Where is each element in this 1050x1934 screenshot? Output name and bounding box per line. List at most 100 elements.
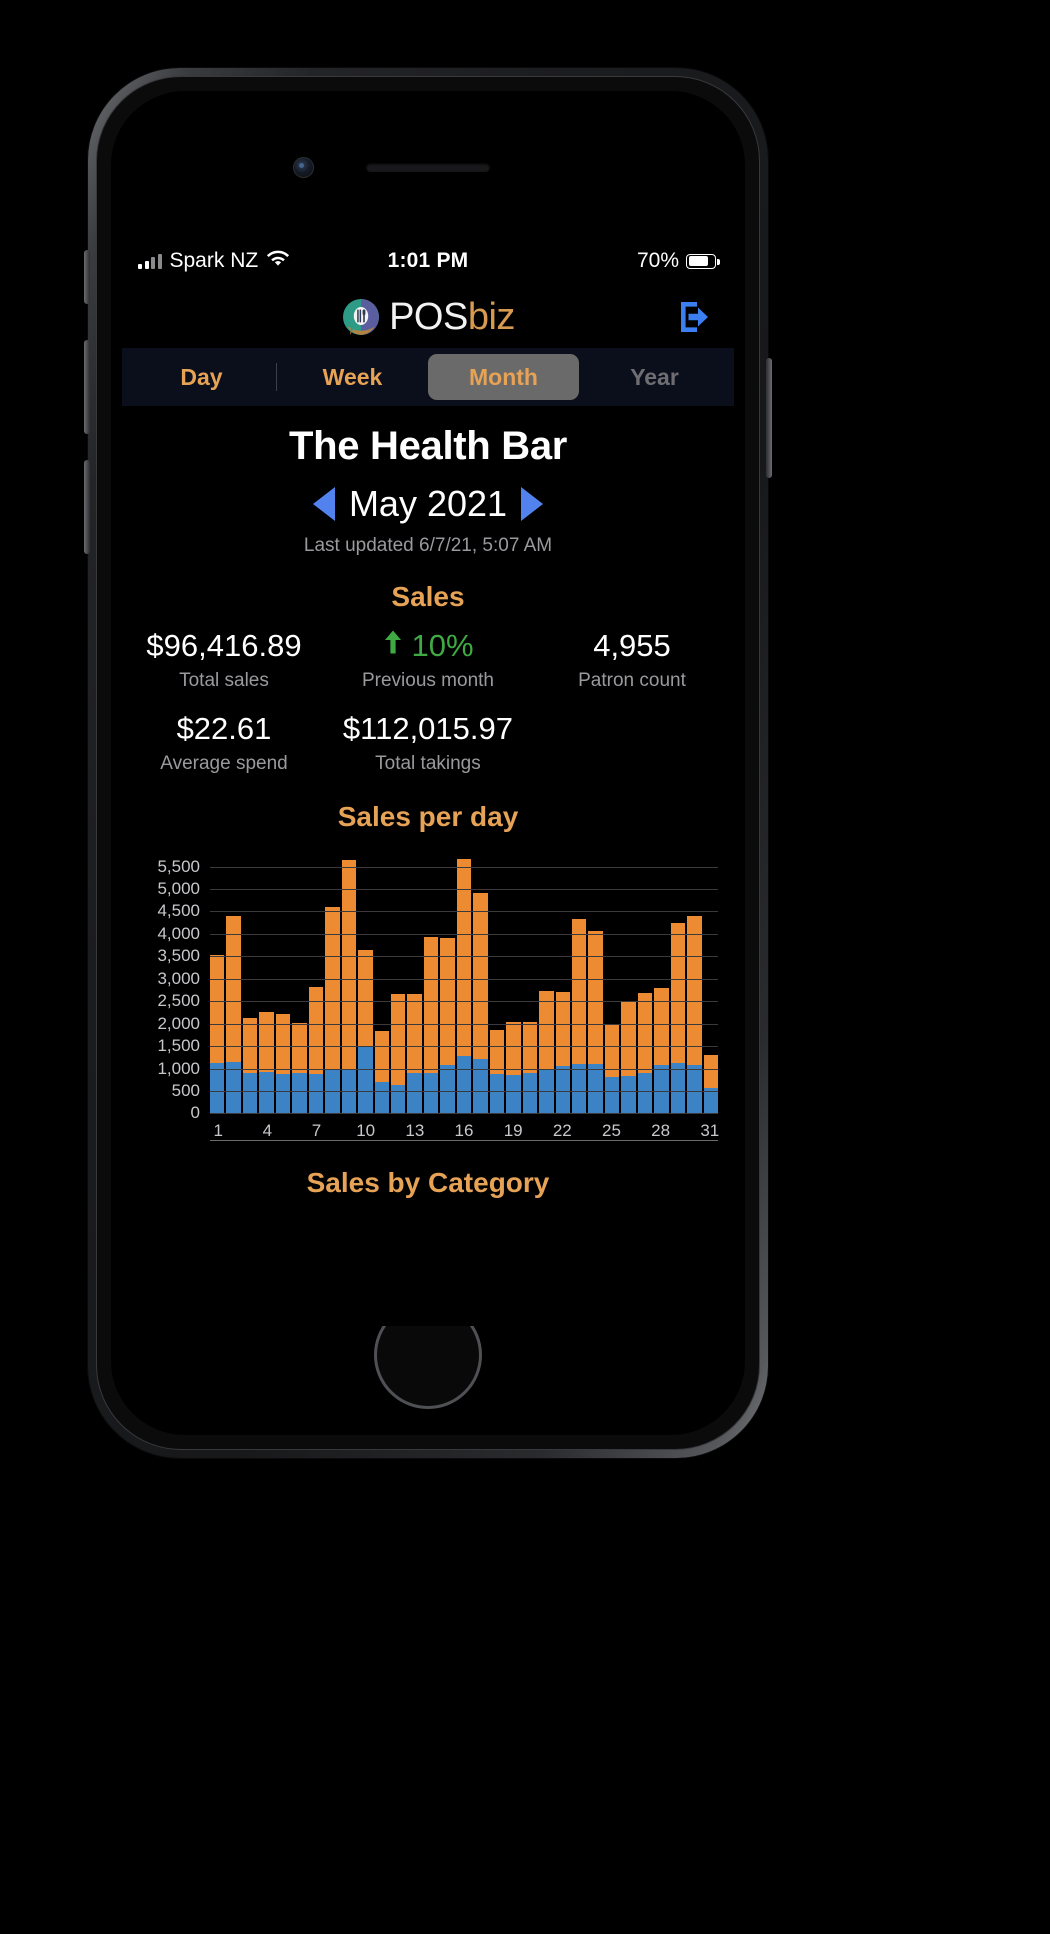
chart-gridline [210, 911, 718, 913]
chart-bar-segment-lower [292, 1073, 307, 1114]
chart-bar-segment-upper [358, 949, 373, 1046]
chart-bar-segment-upper [489, 1029, 505, 1074]
chart-bar-segment-lower [555, 1065, 570, 1114]
chart-bar-segment-upper [374, 1030, 389, 1082]
next-period-arrow-icon[interactable] [521, 487, 544, 521]
chart-y-tick-label: 1,000 [157, 1058, 200, 1078]
chart-bar-segment-lower [226, 1061, 241, 1114]
chart-bar-segment-lower [456, 1055, 472, 1114]
dashboard-content: The Health Bar May 2021 Last updated 6/7… [122, 406, 734, 1200]
stat-previous-month-number: 10% [411, 628, 474, 663]
stat-total-sales-value: $96,416.89 [146, 628, 302, 663]
chart-bar-column [506, 855, 521, 1114]
chart-x-tick-label: 28 [651, 1121, 671, 1141]
mute-switch[interactable] [84, 250, 90, 304]
chart-bar-segment-upper [390, 994, 406, 1086]
earpiece-speaker [366, 163, 490, 172]
chart-y-tick-label: 0 [190, 1103, 200, 1123]
chart-bar-segment-upper [407, 994, 422, 1073]
chart-bar-segment-lower [489, 1073, 505, 1114]
chart-gridline [210, 956, 718, 958]
chart-x-tick-label: 19 [503, 1121, 523, 1141]
logout-icon[interactable] [676, 298, 716, 336]
chart-bar-segment-lower [242, 1073, 258, 1114]
chart-bar-column [259, 855, 274, 1114]
chart-bar-column [522, 855, 538, 1114]
chart-bar-segment-lower [440, 1064, 455, 1114]
power-button[interactable] [766, 358, 772, 478]
stat-average-spend-label: Average spend [160, 753, 288, 775]
sales-per-day-chart-title: Sales per day [337, 801, 519, 833]
stat-patron-count-value: 4,955 [593, 628, 671, 663]
tab-year[interactable]: Year [579, 354, 730, 400]
chart-bar-column [242, 855, 258, 1114]
chart-bar-column [358, 855, 373, 1114]
chart-x-tick-label: 1 [213, 1121, 223, 1141]
chart-bar-column [440, 855, 455, 1114]
chart-bar-segment-lower [407, 1073, 422, 1114]
chart-bar-segment-upper [604, 1024, 620, 1078]
chart-y-tick-label: 4,000 [157, 923, 200, 943]
chart-bar-column [226, 855, 241, 1114]
chart-y-tick-label: 5,000 [157, 879, 200, 899]
chart-y-tick-label: 1,500 [157, 1036, 200, 1056]
chart-bar-column [275, 855, 291, 1114]
chart-bar-segment-upper [506, 1021, 521, 1075]
front-camera-icon [293, 157, 314, 178]
status-bar: Spark NZ 1:01 PM 70% [122, 236, 734, 286]
phone-screen: Spark NZ 1:01 PM 70% POSbiz Day Week Mon… [122, 236, 734, 1326]
chart-plot-area: 0 500 1,000 1,500 2,000 2,500 3,000 3,500 4,000 4… [157, 855, 719, 1122]
chart-bar-column [621, 855, 636, 1114]
chart-x-tick-label: 13 [405, 1121, 425, 1141]
posbiz-logo[interactable]: POSbiz [341, 297, 515, 337]
chart-bar-column [390, 855, 406, 1114]
sales-by-category-title: Sales by Category [306, 1167, 550, 1199]
status-bar-left: Spark NZ [138, 249, 290, 273]
stat-total-takings: $112,015.97 Total takings [326, 710, 530, 775]
stat-previous-month-label: Previous month [361, 670, 494, 692]
chart-bar-column [308, 855, 324, 1114]
cellular-signal-icon [138, 253, 162, 269]
chart-gridline [210, 1068, 718, 1070]
chart-bar-segment-upper [670, 922, 686, 1063]
posbiz-logo-icon [341, 297, 381, 337]
chart-gridline [210, 866, 718, 868]
chart-bar-segment-lower [308, 1074, 324, 1114]
venue-title: The Health Bar [288, 424, 568, 468]
chart-bar-segment-lower [390, 1085, 406, 1114]
chart-bar-segment-upper [555, 992, 570, 1066]
volume-up-button[interactable] [84, 340, 90, 434]
sales-stats-row-1: $96,416.89 Total sales 10% Previous mont… [122, 627, 734, 692]
chart-gridline [210, 889, 718, 891]
chart-bar-column [571, 855, 587, 1114]
chart-bar-column [687, 855, 702, 1114]
stat-average-spend-value: $22.61 [176, 711, 272, 747]
tab-month[interactable]: Month [428, 354, 579, 400]
chart-bar-column [473, 855, 488, 1114]
logo-text-pos: POSbiz [389, 298, 515, 336]
stat-patron-count-label: Patron count [578, 670, 686, 692]
chart-bar-segment-lower [687, 1065, 702, 1114]
chart-bar-segment-upper [703, 1054, 719, 1089]
chart-gridline [210, 1001, 718, 1003]
chart-gridline [210, 1090, 718, 1092]
volume-down-button[interactable] [84, 460, 90, 554]
tab-day-label: Day [180, 363, 223, 390]
battery-percent-label: 70% [636, 249, 679, 272]
chart-gridline [210, 1046, 718, 1048]
chart-y-tick-label: 4,500 [157, 901, 200, 921]
chart-gridline [210, 1023, 718, 1025]
chart-bar-column [654, 855, 669, 1114]
chart-bar-column [374, 855, 389, 1114]
chart-bar-column [210, 855, 225, 1114]
tab-day[interactable]: Day [126, 354, 277, 400]
tab-week[interactable]: Week [277, 354, 428, 400]
stat-spacer [530, 710, 734, 775]
period-tab-bar: Day Week Month Year [122, 348, 734, 406]
chart-bar-column [670, 855, 686, 1114]
chart-bar-segment-upper [588, 930, 603, 1065]
battery-icon [686, 253, 720, 269]
wifi-icon [266, 249, 290, 273]
chart-bar-segment-lower [275, 1073, 291, 1114]
previous-period-arrow-icon[interactable] [312, 487, 335, 521]
